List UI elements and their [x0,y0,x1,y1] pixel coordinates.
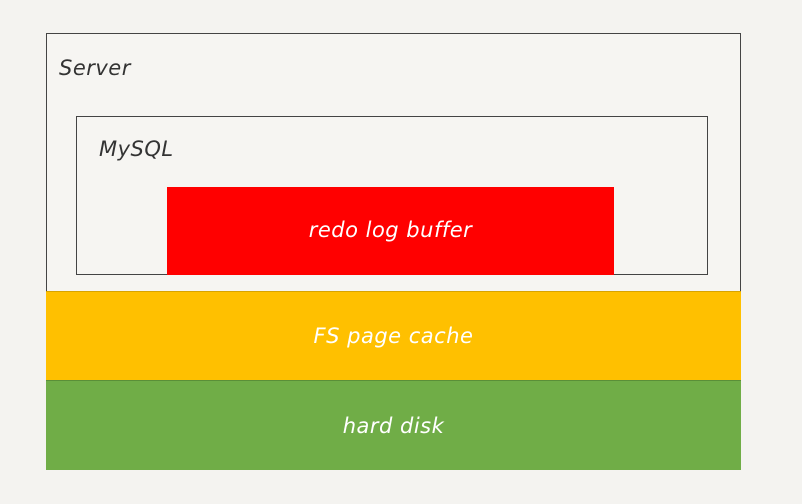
hard-disk-label: hard disk [342,413,445,438]
redo-log-buffer-block: redo log buffer [167,187,614,275]
hard-disk-layer: hard disk [46,380,741,470]
redo-log-buffer-label: redo log buffer [308,218,473,242]
server-label: Server [59,56,131,80]
fs-page-cache-label: FS page cache [313,324,474,348]
server-box: Server MySQL redo log buffer FS page cac… [46,33,741,470]
mysql-label: MySQL [99,137,174,161]
fs-page-cache-layer: FS page cache [46,291,741,380]
mysql-box: MySQL redo log buffer [76,116,708,275]
